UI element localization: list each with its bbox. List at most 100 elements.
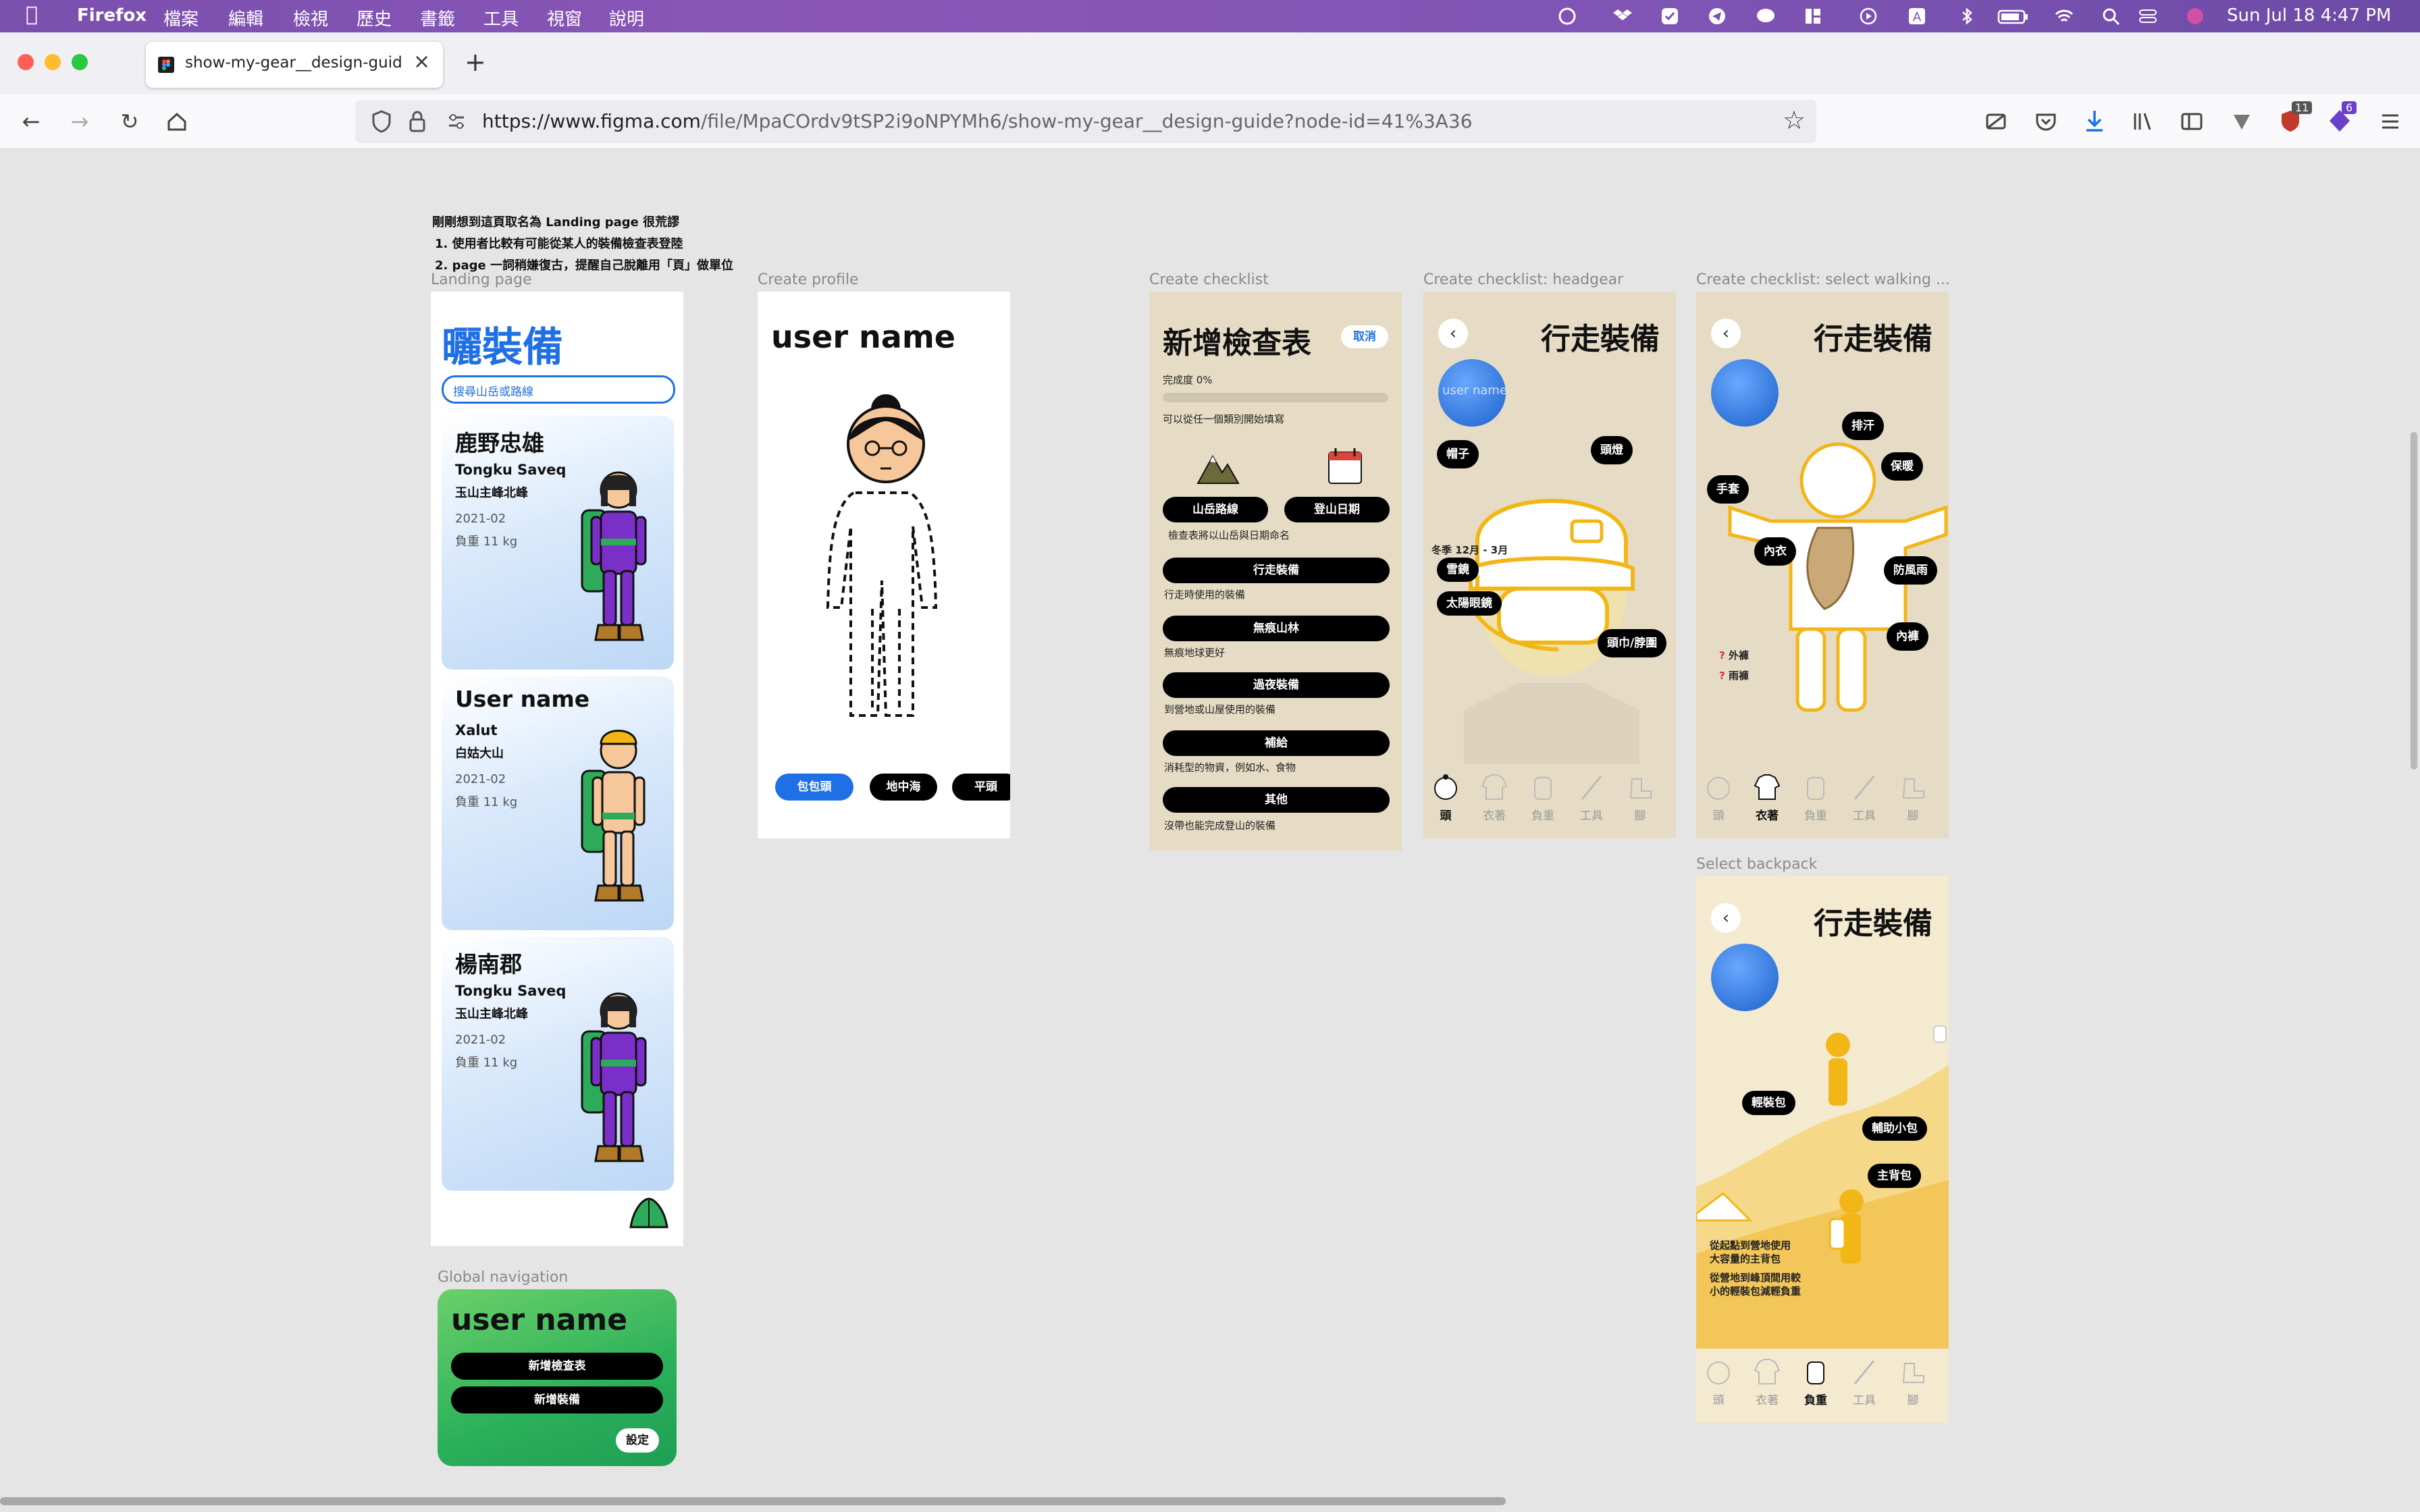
gloves-chip[interactable]: 手套 <box>1707 475 1749 504</box>
hair-option-crew[interactable]: 平頭 <box>952 774 1010 801</box>
frame-clothing[interactable]: ‹ 行走裝備 排汗 保暖 手套 內衣 防風雨 內褲 ? 外褲 ? 雨褲 頭 衣著… <box>1696 292 1949 838</box>
horizontal-scrollbar[interactable] <box>0 1497 1506 1505</box>
nav-clothing[interactable]: 衣著 <box>1743 1357 1791 1407</box>
section-walking-gear-button[interactable]: 行走裝備 <box>1163 558 1390 583</box>
settings-button[interactable]: 設定 <box>616 1428 659 1453</box>
hair-option-bald[interactable]: 地中海 <box>870 774 937 801</box>
url-text[interactable]: https://www.figma.com/file/MpaCOrdv9tSP2… <box>482 110 1473 132</box>
frame-label-backpack[interactable]: Select backpack <box>1696 856 1817 873</box>
control-center-icon[interactable] <box>2138 7 2158 26</box>
search-input[interactable]: 搜尋山岳或路線 <box>442 375 675 404</box>
vpn-extension-icon[interactable] <box>2230 109 2254 134</box>
library-icon[interactable] <box>2131 109 2155 134</box>
nav-feet[interactable]: 腳 <box>1889 1357 1937 1407</box>
screenshot-icon[interactable] <box>1984 109 2008 134</box>
pants-missing-item[interactable]: ? 外褲 <box>1719 648 1749 662</box>
frame-label-headgear[interactable]: Create checklist: headgear <box>1423 271 1623 288</box>
new-checklist-button[interactable]: 新增檢查表 <box>451 1353 663 1380</box>
section-leave-no-trace-button[interactable]: 無痕山林 <box>1163 616 1390 641</box>
windproof-chip[interactable]: 防風雨 <box>1884 556 1937 585</box>
rain-pants-missing-item[interactable]: ? 雨褲 <box>1719 668 1749 682</box>
new-gear-button[interactable]: 新增裝備 <box>451 1386 663 1413</box>
nav-tools[interactable]: 工具 <box>1568 772 1615 823</box>
route-button[interactable]: 山岳路線 <box>1163 497 1268 522</box>
nav-tools[interactable]: 工具 <box>1841 772 1888 823</box>
hair-option-bun[interactable]: 包包頭 <box>775 774 853 801</box>
frame-label-clothing[interactable]: Create checklist: select walking ... <box>1696 271 1950 288</box>
frame-global-navigation[interactable]: user name 新增檢查表 新增裝備 設定 <box>438 1289 677 1466</box>
forward-arrow-icon[interactable]: → <box>66 108 93 135</box>
telegram-icon[interactable] <box>1707 7 1727 26</box>
bookmark-star-icon[interactable]: ☆ <box>1783 105 1806 135</box>
section-supply-button[interactable]: 補給 <box>1163 730 1390 756</box>
menu-help[interactable]: 說明 <box>609 5 644 30</box>
shield-icon[interactable] <box>370 109 393 134</box>
gear-card[interactable]: 鹿野忠雄 Tongku Saveq 玉山主峰北峰 2021-02 負重 11 k… <box>442 416 674 670</box>
apple-icon[interactable]:  <box>26 3 38 26</box>
reload-icon[interactable]: ↻ <box>116 108 143 135</box>
nav-feet[interactable]: 腳 <box>1616 772 1664 823</box>
app-logo[interactable]: 曬裝備 <box>442 315 563 373</box>
siri-icon[interactable] <box>2185 7 2205 26</box>
nav-tools[interactable]: 工具 <box>1841 1357 1888 1407</box>
hat-chip[interactable]: 帽子 <box>1437 440 1479 468</box>
browser-tab-active[interactable]: show-my-gear__design-guide × <box>146 42 443 88</box>
profile-username[interactable]: user name <box>771 319 955 355</box>
date-button[interactable]: 登山日期 <box>1284 497 1390 522</box>
close-tab-icon[interactable]: × <box>413 50 430 74</box>
frame-headgear[interactable]: ‹ 行走裝備 user name 帽子 頭燈 冬季 12月 - 3月 雪鏡 太陽… <box>1423 292 1676 838</box>
menubar-clock[interactable]: Sun Jul 18 4:47 PM <box>2227 5 2391 26</box>
menu-edit[interactable]: 編輯 <box>228 5 263 30</box>
hamburger-menu-icon[interactable] <box>2378 109 2402 134</box>
goggles-chip[interactable]: 雪鏡 <box>1437 558 1479 582</box>
menu-view[interactable]: 檢視 <box>293 5 328 30</box>
back-arrow-icon[interactable]: ← <box>18 108 45 135</box>
checkmark-app-icon[interactable] <box>1660 7 1680 26</box>
section-other-button[interactable]: 其他 <box>1163 787 1390 813</box>
pocket-icon[interactable] <box>2034 109 2058 134</box>
nav-load[interactable]: 負重 <box>1792 1357 1839 1407</box>
nav-clothing[interactable]: 衣著 <box>1743 772 1791 823</box>
nav-clothing[interactable]: 衣著 <box>1471 772 1518 823</box>
menu-file[interactable]: 檔案 <box>163 5 199 30</box>
url-bar[interactable]: https://www.figma.com/file/MpaCOrdv9tSP2… <box>355 100 1816 143</box>
close-window-button[interactable] <box>18 54 34 70</box>
spotlight-search-icon[interactable] <box>2101 7 2122 26</box>
menu-history[interactable]: 歷史 <box>357 5 392 30</box>
dropbox-icon[interactable] <box>1612 7 1633 26</box>
nav-head[interactable]: 頭 <box>1423 772 1469 823</box>
download-icon[interactable] <box>2082 108 2107 134</box>
layout-app-icon[interactable] <box>1803 7 1823 26</box>
frame-landing-page[interactable]: 曬裝備 搜尋山岳或路線 鹿野忠雄 Tongku Saveq 玉山主峰北峰 202… <box>431 292 683 1246</box>
gear-card[interactable]: 楊南郡 Tongku Saveq 玉山主峰北峰 2021-02 負重 11 kg <box>442 937 674 1191</box>
back-button[interactable]: ‹ <box>1711 319 1741 348</box>
wifi-icon[interactable] <box>2054 7 2074 26</box>
sidebar-icon[interactable] <box>2180 109 2204 134</box>
daypack-chip[interactable]: 輕裝包 <box>1742 1091 1795 1115</box>
play-icon[interactable] <box>1858 7 1878 26</box>
gear-card[interactable]: User name Xalut 白姑大山 2021-02 負重 11 kg <box>442 676 674 930</box>
menu-app-name[interactable]: Firefox <box>77 5 147 26</box>
nav-feet[interactable]: 腳 <box>1889 772 1937 823</box>
new-tab-button[interactable]: + <box>465 47 486 77</box>
back-button[interactable]: ‹ <box>1438 319 1468 348</box>
menu-tools[interactable]: 工具 <box>483 5 519 30</box>
base-layer-chip[interactable]: 內衣 <box>1754 537 1796 566</box>
section-overnight-gear-button[interactable]: 過夜裝備 <box>1163 672 1390 698</box>
line-icon[interactable] <box>1756 7 1776 26</box>
frame-create-checklist[interactable]: 新增檢查表 取消 完成度 0% 可以從任一個類別開始填寫 山岳路線 登山日期 檢… <box>1149 292 1402 850</box>
tent-icon[interactable] <box>628 1196 670 1230</box>
frame-label-landing[interactable]: Landing page <box>431 271 532 288</box>
nav-head[interactable]: 頭 <box>1696 772 1742 823</box>
frame-label-global-nav[interactable]: Global navigation <box>438 1269 568 1286</box>
back-button[interactable]: ‹ <box>1711 903 1741 933</box>
menu-window[interactable]: 視窗 <box>547 5 582 30</box>
main-backpack-chip[interactable]: 主背包 <box>1868 1164 1921 1188</box>
underpants-chip[interactable]: 內褲 <box>1887 622 1928 651</box>
auxiliary-pack-chip[interactable]: 輔助小包 <box>1862 1116 1927 1141</box>
nav-load[interactable]: 負重 <box>1792 772 1839 823</box>
frame-label-checklist[interactable]: Create checklist <box>1149 271 1269 288</box>
user-avatar[interactable] <box>1711 359 1779 427</box>
sweat-wicking-chip[interactable]: 排汗 <box>1842 412 1884 440</box>
cancel-button[interactable]: 取消 <box>1341 325 1388 348</box>
